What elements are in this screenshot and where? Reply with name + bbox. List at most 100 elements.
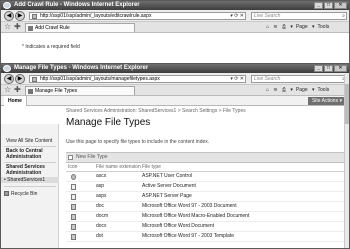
back-window-titlebar[interactable]: Add Crawl Rule - Windows Internet Explor… (1, 1, 349, 10)
word-doc-icon (71, 204, 76, 210)
table-row[interactable]: asp Active Server Document (66, 182, 346, 192)
word-docm-icon (71, 214, 76, 220)
front-address-bar[interactable]: http://ssp01/ssp/admin/_layouts/managefi… (29, 75, 246, 83)
back-to-central-admin-link[interactable]: Back to Central Administration (1, 148, 59, 160)
file-type-name: ASP.NET User Control (142, 173, 193, 179)
aspx-file-icon (71, 194, 76, 200)
home-icon[interactable]: ⌂ (266, 24, 269, 30)
file-extension[interactable]: docx (96, 222, 107, 231)
recycle-bin-link[interactable]: Recycle Bin (1, 191, 59, 197)
forward-nav-icon[interactable]: ▶ (15, 74, 25, 84)
file-types-table: New File Type Icon File name extension F… (66, 152, 346, 242)
front-window-title: Manage File Types - Windows Internet Exp… (14, 65, 149, 71)
file-extension[interactable]: dot (96, 232, 103, 241)
home-icon[interactable]: ⌂ (266, 87, 269, 93)
left-navigation: View All Site Content Back to Central Ad… (1, 124, 59, 248)
tab-page-icon (28, 89, 33, 94)
table-row[interactable]: doc Microsoft Office Word 97 - 2003 Docum… (66, 202, 346, 212)
maximize-button[interactable]: □ (324, 2, 333, 9)
add-favorites-icon[interactable]: ✚ (14, 23, 21, 31)
print-icon[interactable]: ⎙ (282, 87, 286, 93)
favorites-star-icon[interactable]: ☆ (4, 86, 11, 94)
ie-logo-icon (3, 65, 11, 72)
front-browser-window[interactable]: Manage File Types - Windows Internet Exp… (0, 63, 350, 249)
asp-file-icon (71, 184, 76, 190)
front-tab[interactable]: Manage File Types (25, 86, 135, 95)
home-tab[interactable]: Home (4, 96, 27, 106)
file-type-name: Microsoft Office Word Macro-Enabled Docu… (142, 213, 250, 219)
table-row[interactable]: ascx ASP.NET User Control (66, 172, 346, 182)
refresh-icon[interactable]: ▾ ⟳ ✕ (230, 76, 244, 82)
column-header-icon[interactable]: Icon (68, 163, 77, 171)
page-menu[interactable]: ▾ Page (290, 87, 307, 93)
tools-menu[interactable]: ▾ Tools (312, 87, 329, 93)
feeds-icon[interactable]: ≋ (273, 87, 277, 93)
word-dot-icon (71, 234, 76, 240)
favorites-star-icon[interactable]: ☆ (4, 23, 11, 31)
front-address-text: http://ssp01/ssp/admin/_layouts/managefi… (40, 76, 160, 82)
vertical-scrollbar[interactable] (344, 74, 349, 248)
forward-nav-icon[interactable]: ▶ (15, 11, 25, 21)
print-icon[interactable]: ⎙ (282, 24, 286, 30)
back-window-title: Add Crawl Rule - Windows Internet Explor… (14, 2, 140, 8)
nav-divider (4, 146, 56, 147)
ascx-file-icon (71, 174, 76, 180)
feeds-icon[interactable]: ≋ (273, 24, 277, 30)
refresh-icon[interactable]: ▾ ⟳ ✕ (230, 13, 244, 19)
site-actions-menu[interactable]: Site Actions ▾ (307, 97, 346, 105)
file-type-name: Microsoft Office Word Document (142, 223, 215, 229)
table-row[interactable]: docm Microsoft Office Word Macro-Enabled … (66, 212, 346, 222)
back-search-box[interactable]: Live Search ⌕ (251, 12, 347, 20)
file-extension[interactable]: asp (96, 182, 104, 191)
back-browser-window[interactable]: Add Crawl Rule - Windows Internet Explor… (0, 0, 350, 64)
front-window-titlebar[interactable]: Manage File Types - Windows Internet Exp… (1, 64, 349, 73)
front-command-bar: ⌂ ≋ ⎙ ▾ Page ▾ Tools (263, 87, 329, 94)
minimize-button[interactable]: _ (314, 2, 323, 9)
front-search-box[interactable]: Live Search ⌕ (251, 75, 347, 83)
view-all-site-content-link[interactable]: View All Site Content (1, 138, 59, 144)
tools-menu[interactable]: ▾ Tools (312, 24, 329, 30)
back-address-row: ◀ ▶ http://ssp01/ssp/admin/_layouts/edit… (1, 10, 349, 22)
file-extension[interactable]: ascx (96, 172, 106, 181)
shared-services1-link[interactable]: • SharedServices1 (1, 177, 59, 183)
breadcrumb[interactable]: Shared Services Administration: SharedSe… (66, 108, 246, 114)
table-row[interactable]: dot Microsoft Office Word 97 - 2003 Templ… (66, 232, 346, 242)
back-command-bar: ⌂ ≋ ⎙ ▾ Page ▾ Tools (263, 24, 329, 31)
close-button[interactable]: ✕ (334, 2, 347, 9)
table-row[interactable]: aspx ASP.NET Server Page (66, 192, 346, 202)
back-tab-row: ☆ ✚ Add Crawl Rule ⌂ ≋ ⎙ ▾ Page ▾ Tools (1, 22, 349, 33)
page-icon (32, 14, 37, 19)
file-type-name: Microsoft Office Word 97 - 2003 Template (142, 233, 234, 239)
close-button[interactable]: ✕ (334, 65, 347, 72)
column-header-file-type[interactable]: File type (142, 163, 161, 171)
scrollbar-thumb[interactable] (345, 84, 349, 124)
file-extension[interactable]: docm (96, 212, 108, 221)
back-tab[interactable]: Add Crawl Rule (25, 23, 135, 32)
back-page-content: * Indicates a required field (1, 33, 349, 63)
minimize-button[interactable]: _ (314, 65, 323, 72)
tab-page-icon (28, 26, 33, 31)
search-icon[interactable]: ⌕ (342, 13, 345, 19)
back-nav-icon[interactable]: ◀ (4, 11, 14, 21)
file-type-name: ASP.NET Server Page (142, 193, 192, 199)
back-address-bar[interactable]: http://ssp01/ssp/admin/_layouts/editcraw… (29, 12, 246, 20)
new-file-type-button[interactable]: New File Type (66, 152, 346, 163)
table-header: Icon File name extension File type (66, 163, 346, 172)
file-type-name: Microsoft Office Word 97 - 2003 Document (142, 203, 237, 209)
file-type-name: Active Server Document (142, 183, 196, 189)
column-header-extension[interactable]: File name extension (96, 163, 141, 171)
front-search-placeholder: Live Search (254, 76, 281, 82)
file-extension[interactable]: aspx (96, 192, 107, 201)
back-tab-label: Add Crawl Rule (35, 25, 70, 31)
recycle-bin-icon (4, 191, 9, 196)
page-menu[interactable]: ▾ Page (290, 24, 307, 30)
ssa-heading[interactable]: Shared Services Administration (1, 164, 59, 176)
sharepoint-top-nav: Home Site Actions ▾ (1, 96, 349, 106)
maximize-button[interactable]: □ (324, 65, 333, 72)
back-nav-icon[interactable]: ◀ (4, 74, 14, 84)
file-extension[interactable]: doc (96, 202, 104, 211)
word-docx-icon (71, 224, 76, 230)
add-favorites-icon[interactable]: ✚ (14, 86, 21, 94)
front-address-row: ◀ ▶ http://ssp01/ssp/admin/_layouts/mana… (1, 73, 349, 85)
table-row[interactable]: docx Microsoft Office Word Document (66, 222, 346, 232)
